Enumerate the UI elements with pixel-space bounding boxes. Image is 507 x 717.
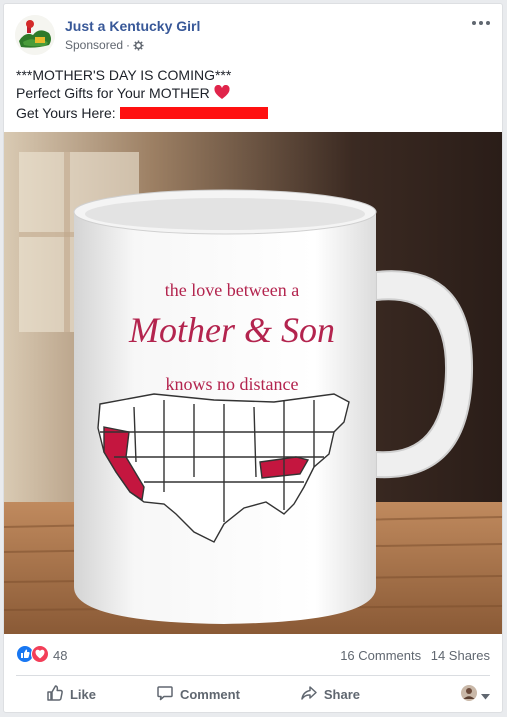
more-options-icon[interactable] — [469, 15, 493, 35]
reactions-bar: 48 16 Comments 14 Shares — [16, 645, 490, 665]
chevron-down-icon — [481, 687, 490, 705]
comment-button[interactable]: Comment — [156, 684, 240, 705]
comments-count-link[interactable]: 16 Comments — [340, 648, 421, 663]
profile-selector[interactable] — [461, 685, 490, 706]
share-label: Share — [323, 686, 361, 702]
mug-text-line-3: knows no distance — [166, 374, 299, 394]
like-icon — [46, 684, 64, 705]
post-header: Just a Kentucky Girl Sponsored · — [15, 15, 493, 59]
action-bar: Like Comment Share — [16, 679, 490, 709]
mug-text-line-1: the love between a — [165, 280, 299, 300]
comment-label: Comment — [179, 686, 240, 702]
post-text-line: ***MOTHER'S DAY IS COMING*** — [16, 67, 232, 83]
like-button[interactable]: Like — [46, 684, 96, 705]
reaction-count[interactable]: 48 — [53, 648, 67, 663]
mug-text-line-2: Mother & Son — [128, 310, 335, 350]
shares-count-link[interactable]: 14 Shares — [431, 648, 490, 663]
post-text-line-3: Get Yours Here: — [16, 104, 486, 122]
post-card: Just a Kentucky Girl Sponsored · ***MOTH… — [3, 3, 503, 713]
comment-icon — [156, 684, 174, 705]
post-text-line-2: Perfect Gifts for Your MOTHER — [16, 84, 486, 104]
user-avatar — [461, 685, 477, 706]
mug-photo: the love between a Mother & Son knows no… — [4, 132, 502, 634]
post-message: ***MOTHER'S DAY IS COMING*** Perfect Gif… — [16, 66, 486, 122]
sponsored-line: Sponsored · — [65, 38, 144, 52]
redacted-link[interactable] — [119, 107, 268, 119]
love-reaction-icon — [31, 645, 49, 666]
divider — [16, 675, 490, 676]
like-label: Like — [69, 686, 96, 702]
post-text-line: Perfect Gifts for Your MOTHER — [16, 85, 210, 101]
heart-emoji-icon — [214, 84, 230, 104]
sponsored-label[interactable]: Sponsored — [65, 38, 123, 52]
engagement-counts: 16 Comments 14 Shares — [334, 648, 490, 663]
page-avatar[interactable] — [15, 15, 55, 55]
gear-icon[interactable] — [133, 39, 144, 51]
share-button[interactable]: Share — [300, 684, 360, 705]
sponsored-separator: · — [126, 38, 131, 52]
post-image[interactable]: the love between a Mother & Son knows no… — [4, 132, 502, 634]
share-icon — [300, 684, 318, 705]
page-name-link[interactable]: Just a Kentucky Girl — [65, 18, 200, 34]
post-text-line: Get Yours Here: — [16, 105, 116, 121]
reaction-icons[interactable] — [16, 645, 49, 666]
